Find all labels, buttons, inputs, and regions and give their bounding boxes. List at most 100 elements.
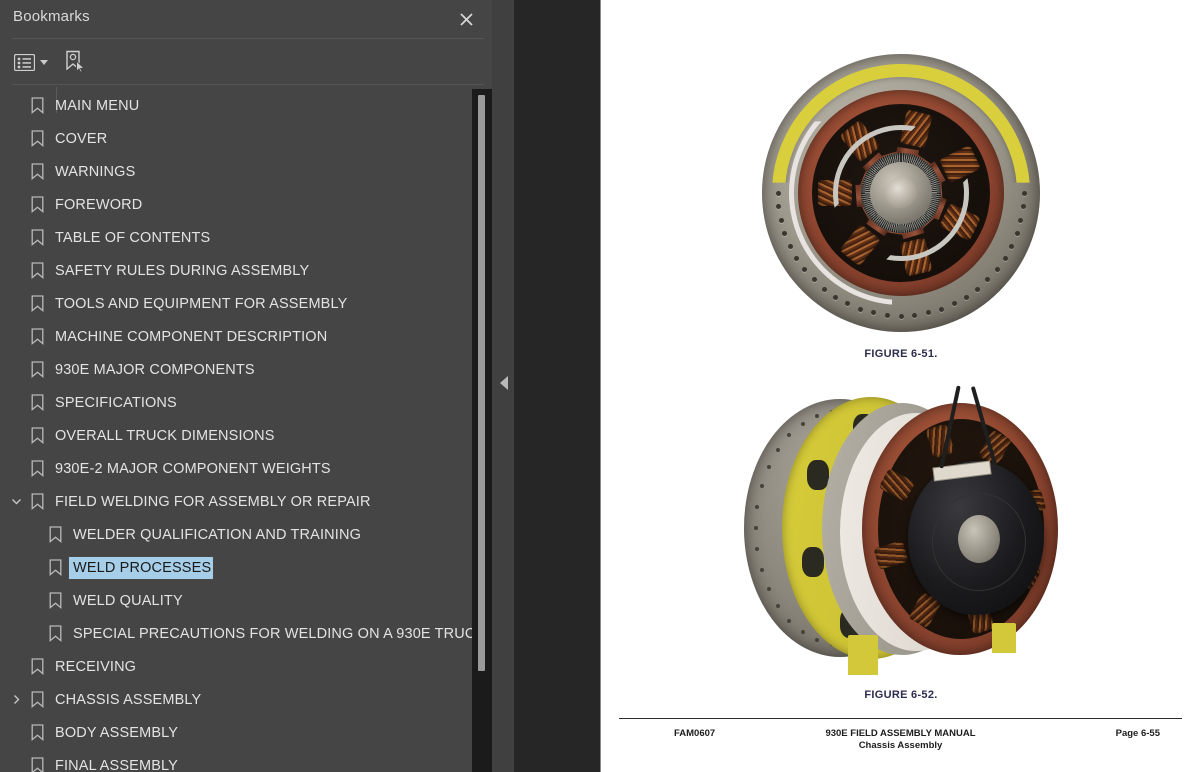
bookmark-item[interactable]: SPECIAL PRECAUTIONS FOR WELDING ON A 930… bbox=[0, 617, 472, 650]
bookmark-item[interactable]: FIELD WELDING FOR ASSEMBLY OR REPAIR bbox=[0, 485, 472, 518]
bookmark-icon bbox=[26, 427, 48, 444]
bookmark-icon bbox=[44, 592, 66, 609]
bookmarks-panel: Bookmarks MAIN MENU COVER WARNINGS FOREW… bbox=[0, 0, 496, 772]
bookmarks-tree[interactable]: MAIN MENU COVER WARNINGS FOREWORD TABLE OF C… bbox=[0, 89, 472, 772]
bookmarks-scrollbar-thumb[interactable] bbox=[478, 95, 485, 671]
flange-rivet bbox=[815, 414, 819, 419]
footer-divider bbox=[619, 718, 1182, 719]
bookmark-item[interactable]: TABLE OF CONTENTS bbox=[0, 221, 472, 254]
bookmarks-toolbar bbox=[0, 39, 496, 113]
bookmark-icon bbox=[26, 691, 48, 708]
bookmark-item[interactable]: MAIN MENU bbox=[0, 89, 472, 122]
figure-caption-1: FIGURE 6-51. bbox=[864, 348, 938, 360]
chevron-down-icon[interactable] bbox=[6, 485, 26, 518]
bookmark-item-label: SAFETY RULES DURING ASSEMBLY bbox=[55, 262, 310, 279]
bookmark-item-label: COVER bbox=[55, 130, 108, 147]
bookmark-item-label: RECEIVING bbox=[55, 658, 137, 675]
chevron-right-icon[interactable] bbox=[6, 683, 26, 716]
bookmark-item[interactable]: 930E MAJOR COMPONENTS bbox=[0, 353, 472, 386]
flange-rivet bbox=[759, 567, 764, 572]
flange-rivet bbox=[800, 629, 805, 634]
flange-rivet bbox=[754, 526, 758, 530]
bookmark-item[interactable]: TOOLS AND EQUIPMENT FOR ASSEMBLY bbox=[0, 287, 472, 320]
bookmark-item[interactable]: COVER bbox=[0, 122, 472, 155]
new-bookmark-icon[interactable] bbox=[64, 48, 86, 76]
list-options-icon[interactable] bbox=[14, 48, 48, 76]
bookmark-item[interactable]: FINAL ASSEMBLY bbox=[0, 749, 472, 772]
bookmark-item[interactable]: SPECIFICATIONS bbox=[0, 386, 472, 419]
bookmark-item-label: WARNINGS bbox=[55, 163, 136, 180]
bookmark-item-label: WELD PROCESSES bbox=[67, 555, 215, 580]
bookmark-item[interactable]: CHASSIS ASSEMBLY bbox=[0, 683, 472, 716]
yellow-ring-cutout bbox=[801, 546, 824, 577]
flange-rivet bbox=[775, 447, 780, 452]
bookmark-item-label: FINAL ASSEMBLY bbox=[55, 757, 178, 772]
bookmark-icon bbox=[26, 262, 48, 279]
figure-caption-2: FIGURE 6-52. bbox=[864, 689, 938, 701]
flange-rivet bbox=[759, 484, 764, 489]
bookmark-item[interactable]: BODY ASSEMBLY bbox=[0, 716, 472, 749]
bolt-hole bbox=[857, 306, 863, 312]
bookmark-item-label: WELD QUALITY bbox=[73, 592, 183, 609]
bookmark-item[interactable]: OVERALL TRUCK DIMENSIONS bbox=[0, 419, 472, 452]
viewer-gutter bbox=[514, 0, 600, 772]
collapse-left-icon[interactable] bbox=[500, 376, 508, 390]
flange-rivet bbox=[787, 433, 792, 438]
bolt-hole bbox=[951, 301, 957, 307]
bookmarks-scrollbar[interactable] bbox=[472, 89, 492, 772]
bookmark-icon bbox=[26, 130, 48, 147]
bookmark-item[interactable]: FOREWORD bbox=[0, 188, 472, 221]
flange-rivet bbox=[755, 504, 760, 509]
yellow-stand-left bbox=[848, 635, 878, 675]
bolt-hole bbox=[1020, 204, 1026, 210]
bookmark-item-label: SPECIAL PRECAUTIONS FOR WELDING ON A 930… bbox=[73, 625, 472, 642]
bookmark-icon bbox=[44, 526, 66, 543]
bookmark-item-label: FIELD WELDING FOR ASSEMBLY OR REPAIR bbox=[55, 493, 371, 510]
panel-title: Bookmarks bbox=[13, 8, 90, 25]
bookmark-item[interactable]: WELDER QUALIFICATION AND TRAINING bbox=[0, 518, 472, 551]
bolt-hole bbox=[811, 277, 817, 283]
bolt-hole bbox=[975, 286, 981, 292]
bookmark-icon bbox=[26, 658, 48, 675]
bookmark-item-label: CHASSIS ASSEMBLY bbox=[55, 691, 202, 708]
close-icon[interactable] bbox=[453, 6, 479, 32]
bookmark-icon bbox=[26, 394, 48, 411]
hub-core-2 bbox=[958, 515, 1000, 563]
flange-rivet bbox=[766, 464, 771, 469]
bolt-hole bbox=[778, 217, 784, 223]
bolt-hole bbox=[1018, 217, 1024, 223]
chevron-down-icon bbox=[40, 59, 48, 65]
bookmark-item[interactable]: RECEIVING bbox=[0, 650, 472, 683]
bookmark-icon bbox=[26, 229, 48, 246]
bookmark-item-label: FOREWORD bbox=[55, 196, 143, 213]
bolt-hole bbox=[963, 294, 969, 300]
bolt-hole bbox=[1021, 190, 1027, 196]
bookmark-item[interactable]: WELD PROCESSES bbox=[0, 551, 472, 584]
bookmark-icon bbox=[26, 361, 48, 378]
bookmark-item[interactable]: SAFETY RULES DURING ASSEMBLY bbox=[0, 254, 472, 287]
bolt-hole bbox=[782, 231, 788, 237]
bolt-hole bbox=[939, 306, 945, 312]
toolbar-divider bbox=[12, 84, 484, 85]
bolt-hole bbox=[871, 310, 877, 316]
bookmark-icon bbox=[26, 295, 48, 312]
bookmark-item[interactable]: MACHINE COMPONENT DESCRIPTION bbox=[0, 320, 472, 353]
bookmark-item[interactable]: 930E-2 MAJOR COMPONENT WEIGHTS bbox=[0, 452, 472, 485]
bookmark-icon bbox=[44, 625, 66, 642]
bookmark-icon bbox=[26, 97, 48, 114]
bookmark-item-label: 930E MAJOR COMPONENTS bbox=[55, 361, 255, 378]
figure-image-1: FAM0615B bbox=[752, 52, 1050, 334]
bolt-hole bbox=[898, 313, 904, 319]
figure-block-1: FAM0615B FIGURE 6-51. bbox=[601, 52, 1200, 360]
bookmark-item-label: SPECIFICATIONS bbox=[55, 394, 177, 411]
bookmark-item[interactable]: WELD QUALITY bbox=[0, 584, 472, 617]
flange-rivet bbox=[800, 422, 805, 427]
bookmark-item[interactable]: WARNINGS bbox=[0, 155, 472, 188]
